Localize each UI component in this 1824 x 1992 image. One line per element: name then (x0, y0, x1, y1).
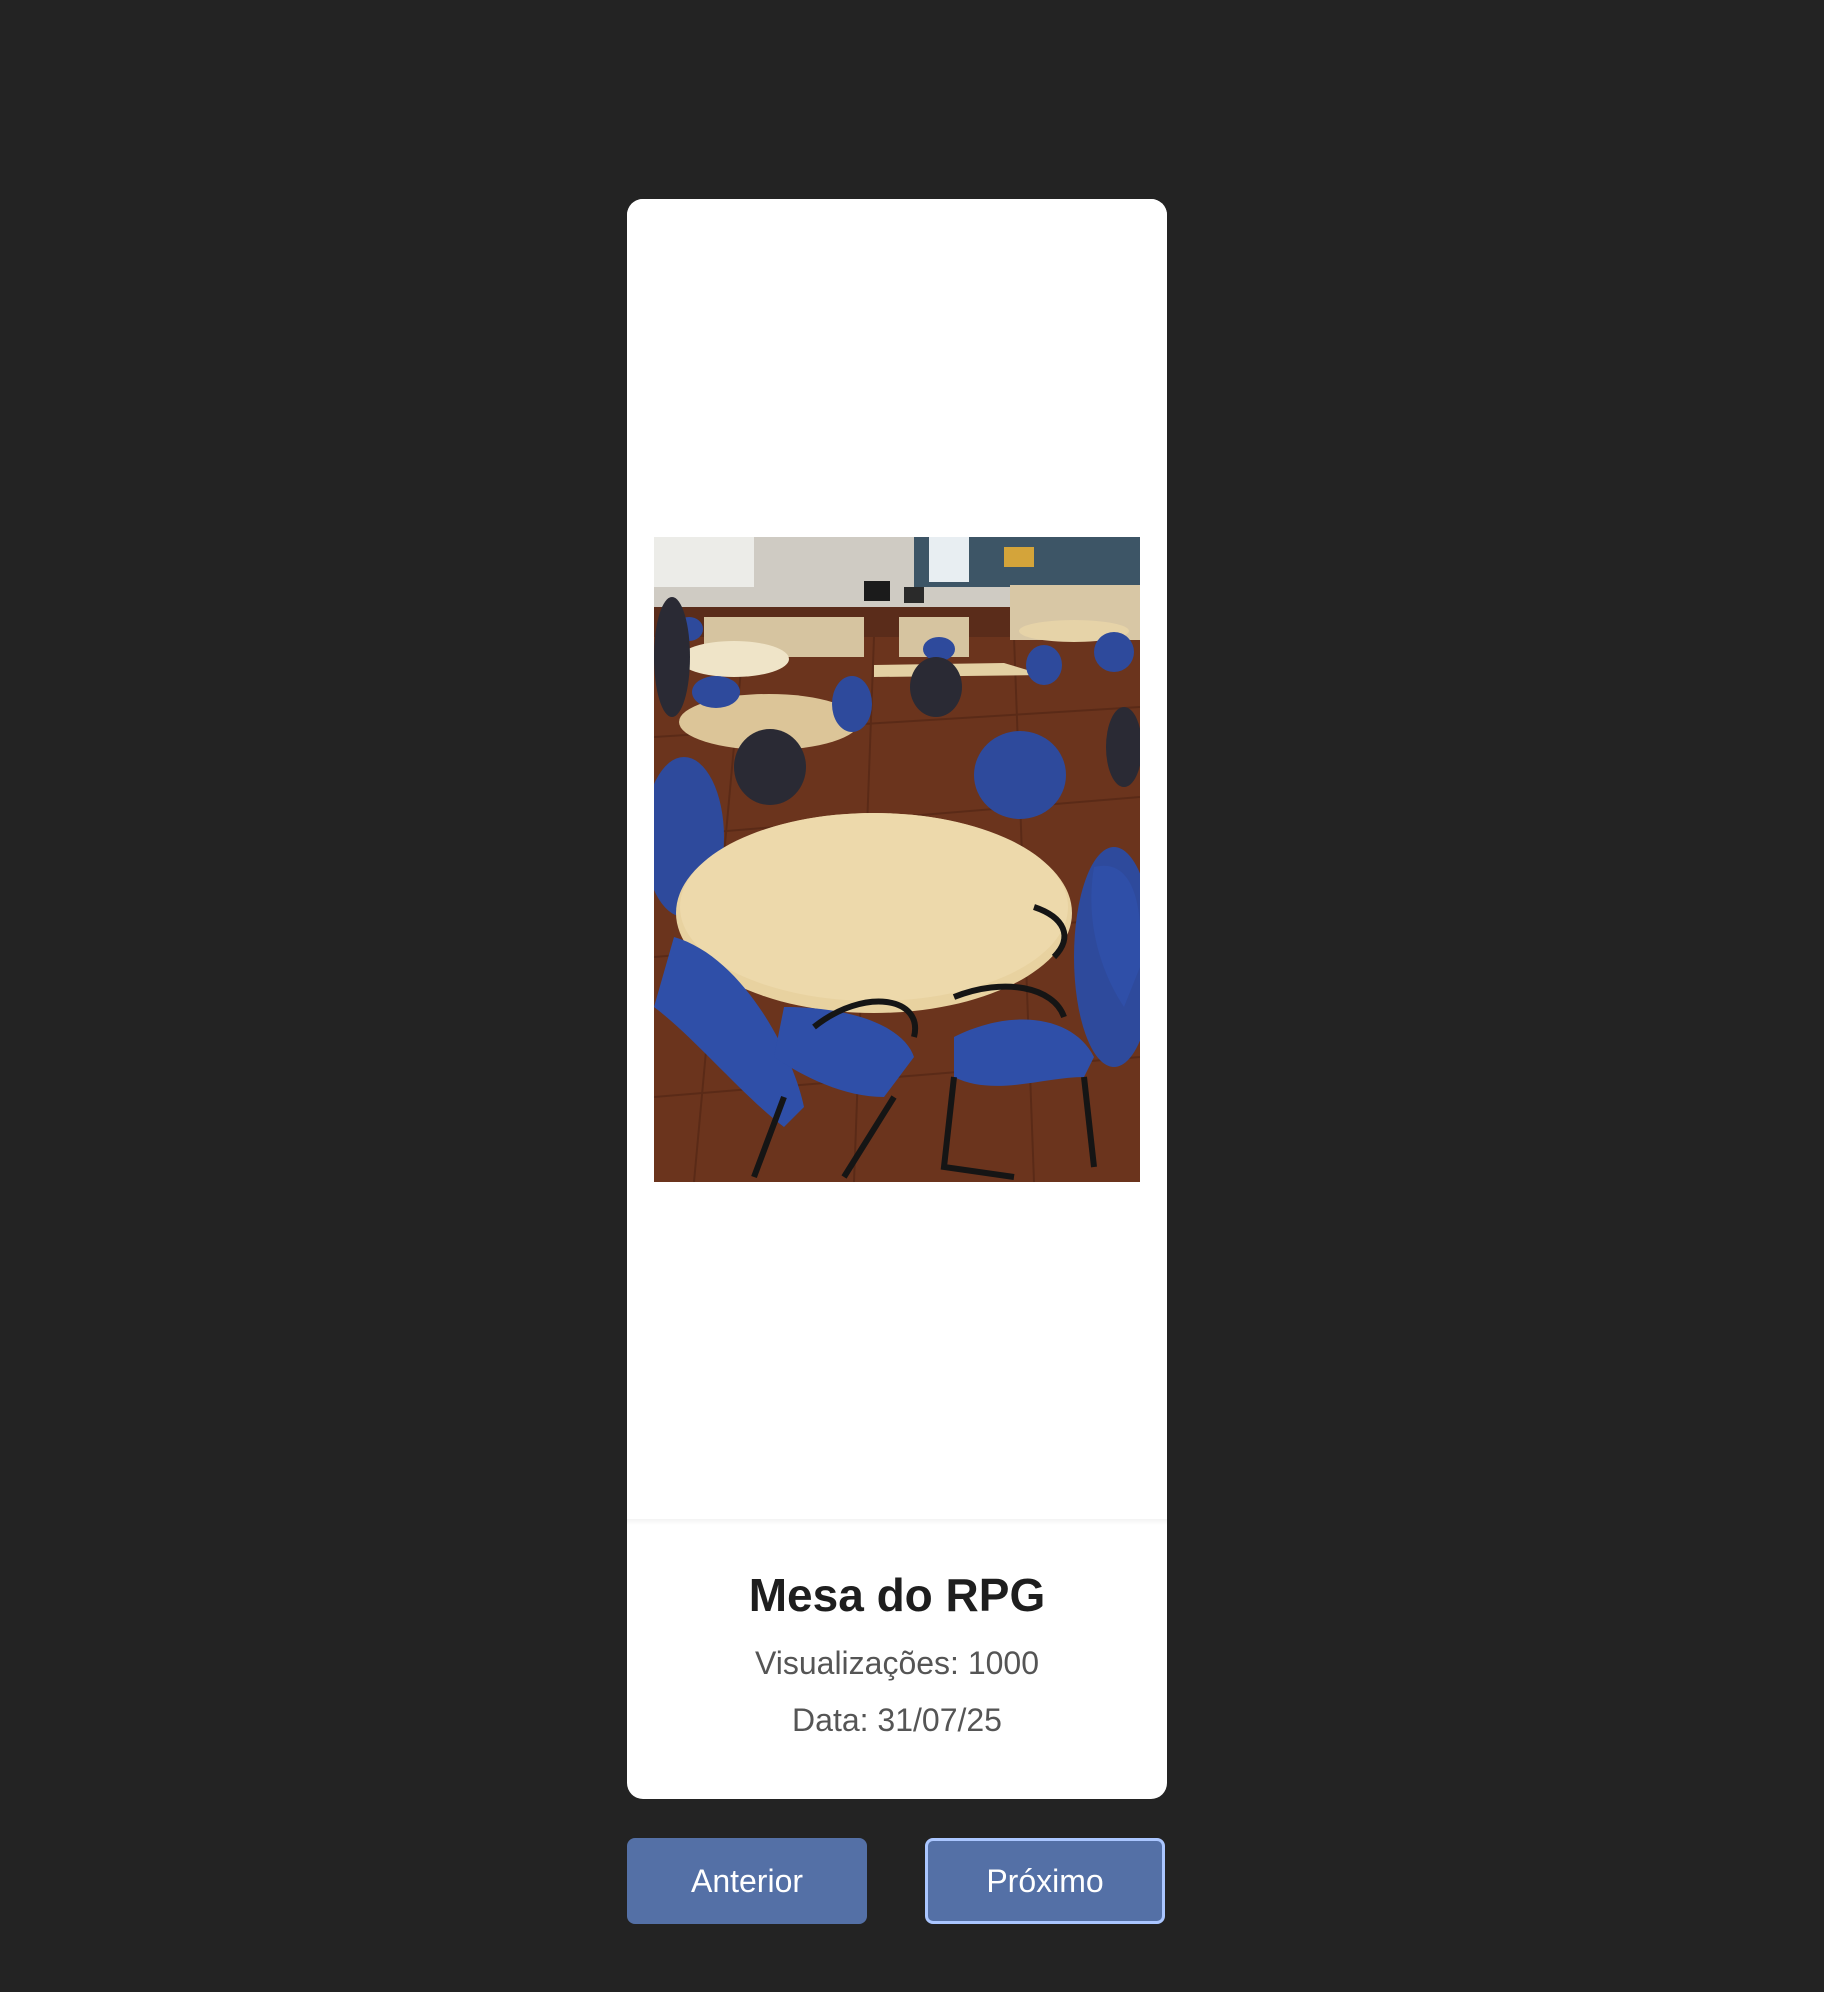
next-button[interactable]: Próximo (925, 1838, 1165, 1924)
gallery-photo[interactable] (654, 537, 1140, 1182)
card-info: Mesa do RPG Visualizações: 1000 Data: 31… (627, 1525, 1167, 1739)
post-date: Data: 31/07/25 (792, 1701, 1002, 1738)
photo-area (627, 199, 1167, 1519)
gallery-card: Mesa do RPG Visualizações: 1000 Data: 31… (627, 199, 1167, 1799)
card-title: Mesa do RPG (748, 1569, 1046, 1621)
views-count: Visualizações: 1000 (754, 1644, 1040, 1681)
previous-button[interactable]: Anterior (627, 1838, 867, 1924)
